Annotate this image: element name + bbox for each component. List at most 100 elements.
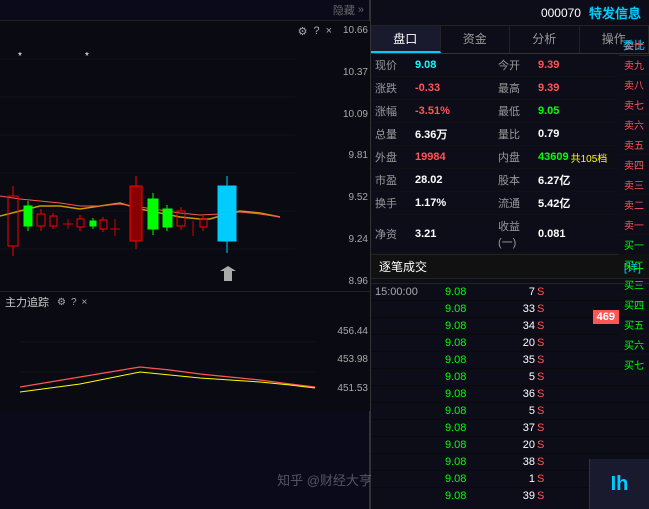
tx-type-1: S (537, 303, 555, 315)
indicator-chart (0, 312, 370, 402)
info-row-liangbi: 量比 0.79 (494, 123, 617, 146)
liangbi-value: 0.79 (538, 128, 559, 140)
xianjia-value: 9.08 (415, 59, 436, 71)
zuigao-value: 9.39 (538, 82, 559, 94)
info-row-neipan: 内盘 43609 共105档 (494, 146, 617, 169)
transaction-title: 逐笔成交 (379, 258, 427, 275)
tab-fenxi[interactable]: 分析 (510, 26, 580, 53)
tab-pankou[interactable]: 盘口 (371, 26, 441, 53)
buy-5: 买五 (619, 315, 649, 335)
jinkai-value: 9.39 (538, 59, 559, 71)
tx-type-0: S (537, 286, 555, 298)
shiying-value: 28.02 (415, 174, 443, 186)
tab-zijin[interactable]: 资金 (441, 26, 511, 53)
order-count: 共105档 (571, 150, 608, 165)
tx-price-3: 9.08 (445, 337, 500, 349)
tx-row-7: 9.08 5 S (371, 403, 649, 420)
zongliang-value: 6.36万 (415, 126, 447, 142)
info-row-shouyi: 收益(一) 0.081 (494, 215, 617, 254)
tx-row-5: 9.08 5 S (371, 369, 649, 386)
tx-price-9: 9.08 (445, 439, 500, 451)
liangbi-label: 量比 (498, 126, 538, 142)
badge-469: 469 (593, 310, 619, 324)
buy-4: 买四 (619, 295, 649, 315)
sell-3: 卖三 (619, 175, 649, 195)
indicator-y-axis: 456.44 453.98 451.53 (332, 315, 370, 405)
sell-6: 卖六 (619, 115, 649, 135)
tx-price-4: 9.08 (445, 354, 500, 366)
chart-close-icon[interactable]: × (326, 25, 332, 38)
guben-value: 6.27亿 (538, 172, 570, 188)
tx-price-10: 9.08 (445, 456, 500, 468)
tx-vol-6: 36 (500, 388, 535, 400)
zuidi-label: 最低 (498, 103, 538, 119)
info-row-xianjia: 现价 9.08 (371, 54, 494, 77)
buy-3: 买三 (619, 275, 649, 295)
chart-gear-icon[interactable]: ⚙ (298, 25, 308, 38)
tx-vol-7: 5 (500, 405, 535, 417)
left-panel: 隐藏 » * * ⚙ ? × 10.66 10.37 10.09 9.81 9.… (0, 0, 370, 509)
info-row-huanshou: 换手 1.17% (371, 192, 494, 215)
tx-vol-1: 33 (500, 303, 535, 315)
tx-row-8: 9.08 37 S (371, 420, 649, 437)
info-row-jinkai: 今开 9.39 (494, 54, 617, 77)
info-row-guben: 股本 6.27亿 (494, 169, 617, 192)
guben-label: 股本 (498, 172, 538, 188)
zuigao-label: 最高 (498, 80, 538, 96)
liutong-label: 流通 (498, 195, 538, 211)
tx-vol-9: 20 (500, 439, 535, 451)
info-row-zuidi: 最低 9.05 (494, 100, 617, 123)
indicator-gear-icon[interactable]: ⚙ (57, 297, 66, 308)
tx-row-6: 9.08 36 S (371, 386, 649, 403)
tx-type-3: S (537, 337, 555, 349)
shouyi-label: 收益(一) (498, 218, 538, 250)
tx-type-5: S (537, 371, 555, 383)
neipan-value: 43609 (538, 151, 569, 163)
tx-type-7: S (537, 405, 555, 417)
bottom-label: Ih (611, 473, 629, 496)
zhangfu-value: -3.51% (415, 105, 450, 117)
tx-type-12: S (537, 490, 555, 499)
info-row-zhangfu: 涨幅 -3.51% (371, 100, 494, 123)
hide-link[interactable]: 隐藏 » (333, 2, 364, 18)
zhangfu-label: 涨幅 (375, 103, 415, 119)
tx-price-6: 9.08 (445, 388, 500, 400)
candlestick-chart (0, 21, 330, 291)
tx-vol-8: 37 (500, 422, 535, 434)
tx-time-0: 15:00:00 (375, 286, 445, 298)
tx-row-4: 9.08 35 S (371, 352, 649, 369)
waipan-label: 外盘 (375, 149, 415, 165)
jingzi-label: 净资 (375, 226, 415, 242)
info-row-liutong: 流通 5.42亿 (494, 192, 617, 215)
tab-bar: 盘口 资金 分析 操作 (371, 26, 649, 54)
indicator-close-icon[interactable]: × (82, 297, 88, 308)
sell-5: 卖五 (619, 135, 649, 155)
huanshou-value: 1.17% (415, 197, 446, 209)
chart-question-icon[interactable]: ? (313, 25, 319, 38)
stock-header: 000070 特发信息 (371, 0, 649, 26)
tx-vol-4: 35 (500, 354, 535, 366)
shouyi-value: 0.081 (538, 228, 566, 240)
tx-price-0: 9.08 (445, 286, 500, 298)
bottom-right-panel: Ih (589, 459, 649, 509)
tx-type-6: S (537, 388, 555, 400)
tx-row-0: 15:00:00 9.08 7 S (371, 284, 649, 301)
tx-price-1: 9.08 (445, 303, 500, 315)
arrow-icon: » (358, 4, 364, 16)
liutong-value: 5.42亿 (538, 195, 570, 211)
y-label-1: 10.37 (334, 67, 368, 78)
indicator-question-icon[interactable]: ? (71, 297, 77, 308)
tx-type-9: S (537, 439, 555, 451)
tx-vol-3: 20 (500, 337, 535, 349)
ind-y-0: 456.44 (334, 326, 368, 337)
info-row-jingzi: 净资 3.21 (371, 215, 494, 254)
sell-10: 卖十 (619, 35, 649, 55)
info-row-zuigao: 最高 9.39 (494, 77, 617, 100)
tx-price-5: 9.08 (445, 371, 500, 383)
sell-2: 卖二 (619, 195, 649, 215)
y-label-0: 10.66 (334, 25, 368, 36)
hide-label: 隐藏 (333, 2, 355, 18)
xianjia-label: 现价 (375, 57, 415, 73)
buy-6: 买六 (619, 335, 649, 355)
chart-area: * * ⚙ ? × 10.66 10.37 10.09 9.81 9.52 9.… (0, 21, 370, 291)
